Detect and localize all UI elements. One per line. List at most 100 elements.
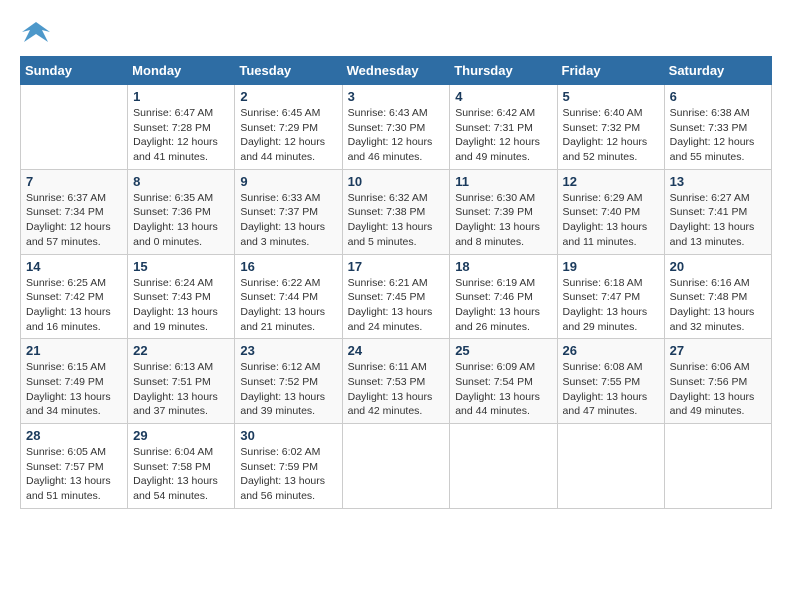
calendar-cell: 21 Sunrise: 6:15 AMSunset: 7:49 PMDayligh… — [21, 339, 128, 424]
day-number: 29 — [133, 428, 229, 443]
day-info: Sunrise: 6:43 AMSunset: 7:30 PMDaylight:… — [348, 106, 445, 165]
day-number: 16 — [240, 259, 336, 274]
day-number: 9 — [240, 174, 336, 189]
column-header-wednesday: Wednesday — [342, 57, 450, 85]
calendar-cell: 4 Sunrise: 6:42 AMSunset: 7:31 PMDaylight… — [450, 85, 557, 170]
day-number: 13 — [670, 174, 766, 189]
day-info: Sunrise: 6:15 AMSunset: 7:49 PMDaylight:… — [26, 360, 122, 419]
day-info: Sunrise: 6:09 AMSunset: 7:54 PMDaylight:… — [455, 360, 551, 419]
calendar-week-row: 7 Sunrise: 6:37 AMSunset: 7:34 PMDaylight… — [21, 169, 772, 254]
day-info: Sunrise: 6:30 AMSunset: 7:39 PMDaylight:… — [455, 191, 551, 250]
day-number: 23 — [240, 343, 336, 358]
calendar-cell: 17Sunrise: 6:21 AMSunset: 7:45 PMDayligh… — [342, 254, 450, 339]
calendar-week-row: 21 Sunrise: 6:15 AMSunset: 7:49 PMDayligh… — [21, 339, 772, 424]
calendar-cell — [21, 85, 128, 170]
calendar-cell: 18 Sunrise: 6:19 AMSunset: 7:46 PMDayligh… — [450, 254, 557, 339]
day-info: Sunrise: 6:35 AMSunset: 7:36 PMDaylight:… — [133, 191, 229, 250]
day-number: 1 — [133, 89, 229, 104]
calendar-cell — [557, 424, 664, 509]
day-info: Sunrise: 6:16 AMSunset: 7:48 PMDaylight:… — [670, 276, 766, 335]
day-number: 24 — [348, 343, 445, 358]
day-number: 14 — [26, 259, 122, 274]
column-header-tuesday: Tuesday — [235, 57, 342, 85]
day-info: Sunrise: 6:08 AMSunset: 7:55 PMDaylight:… — [563, 360, 659, 419]
day-info: Sunrise: 6:22 AMSunset: 7:44 PMDaylight:… — [240, 276, 336, 335]
calendar-cell: 8 Sunrise: 6:35 AMSunset: 7:36 PMDaylight… — [128, 169, 235, 254]
calendar-cell: 16 Sunrise: 6:22 AMSunset: 7:44 PMDayligh… — [235, 254, 342, 339]
day-info: Sunrise: 6:38 AMSunset: 7:33 PMDaylight:… — [670, 106, 766, 165]
day-info: Sunrise: 6:27 AMSunset: 7:41 PMDaylight:… — [670, 191, 766, 250]
column-header-monday: Monday — [128, 57, 235, 85]
calendar-cell: 22 Sunrise: 6:13 AMSunset: 7:51 PMDayligh… — [128, 339, 235, 424]
day-number: 18 — [455, 259, 551, 274]
day-number: 19 — [563, 259, 659, 274]
day-info: Sunrise: 6:33 AMSunset: 7:37 PMDaylight:… — [240, 191, 336, 250]
calendar-cell: 23Sunrise: 6:12 AMSunset: 7:52 PMDayligh… — [235, 339, 342, 424]
day-number: 5 — [563, 89, 659, 104]
day-number: 27 — [670, 343, 766, 358]
calendar-week-row: 1Sunrise: 6:47 AMSunset: 7:28 PMDaylight… — [21, 85, 772, 170]
day-number: 30 — [240, 428, 336, 443]
calendar-cell: 2 Sunrise: 6:45 AMSunset: 7:29 PMDaylight… — [235, 85, 342, 170]
day-info: Sunrise: 6:18 AMSunset: 7:47 PMDaylight:… — [563, 276, 659, 335]
calendar-cell: 9 Sunrise: 6:33 AMSunset: 7:37 PMDaylight… — [235, 169, 342, 254]
calendar-cell: 24 Sunrise: 6:11 AMSunset: 7:53 PMDayligh… — [342, 339, 450, 424]
day-info: Sunrise: 6:40 AMSunset: 7:32 PMDaylight:… — [563, 106, 659, 165]
day-number: 3 — [348, 89, 445, 104]
day-info: Sunrise: 6:19 AMSunset: 7:46 PMDaylight:… — [455, 276, 551, 335]
calendar-cell: 26 Sunrise: 6:08 AMSunset: 7:55 PMDayligh… — [557, 339, 664, 424]
calendar-cell — [664, 424, 771, 509]
header — [20, 20, 772, 46]
day-number: 22 — [133, 343, 229, 358]
day-info: Sunrise: 6:06 AMSunset: 7:56 PMDaylight:… — [670, 360, 766, 419]
column-header-saturday: Saturday — [664, 57, 771, 85]
day-info: Sunrise: 6:32 AMSunset: 7:38 PMDaylight:… — [348, 191, 445, 250]
day-info: Sunrise: 6:37 AMSunset: 7:34 PMDaylight:… — [26, 191, 122, 250]
calendar-cell: 12Sunrise: 6:29 AMSunset: 7:40 PMDayligh… — [557, 169, 664, 254]
calendar-header-row: SundayMondayTuesdayWednesdayThursdayFrid… — [21, 57, 772, 85]
day-number: 4 — [455, 89, 551, 104]
day-info: Sunrise: 6:24 AMSunset: 7:43 PMDaylight:… — [133, 276, 229, 335]
calendar-cell: 14 Sunrise: 6:25 AMSunset: 7:42 PMDayligh… — [21, 254, 128, 339]
day-number: 11 — [455, 174, 551, 189]
calendar-cell: 5 Sunrise: 6:40 AMSunset: 7:32 PMDaylight… — [557, 85, 664, 170]
day-info: Sunrise: 6:11 AMSunset: 7:53 PMDaylight:… — [348, 360, 445, 419]
calendar-cell: 6 Sunrise: 6:38 AMSunset: 7:33 PMDaylight… — [664, 85, 771, 170]
day-info: Sunrise: 6:05 AMSunset: 7:57 PMDaylight:… — [26, 445, 122, 504]
day-number: 12 — [563, 174, 659, 189]
day-info: Sunrise: 6:42 AMSunset: 7:31 PMDaylight:… — [455, 106, 551, 165]
day-number: 8 — [133, 174, 229, 189]
day-info: Sunrise: 6:45 AMSunset: 7:29 PMDaylight:… — [240, 106, 336, 165]
calendar-cell: 13 Sunrise: 6:27 AMSunset: 7:41 PMDayligh… — [664, 169, 771, 254]
day-info: Sunrise: 6:21 AMSunset: 7:45 PMDaylight:… — [348, 276, 445, 335]
calendar-cell: 30 Sunrise: 6:02 AMSunset: 7:59 PMDayligh… — [235, 424, 342, 509]
calendar-cell — [342, 424, 450, 509]
column-header-sunday: Sunday — [21, 57, 128, 85]
day-number: 21 — [26, 343, 122, 358]
day-info: Sunrise: 6:25 AMSunset: 7:42 PMDaylight:… — [26, 276, 122, 335]
calendar-cell: 1Sunrise: 6:47 AMSunset: 7:28 PMDaylight… — [128, 85, 235, 170]
day-info: Sunrise: 6:04 AMSunset: 7:58 PMDaylight:… — [133, 445, 229, 504]
day-number: 25 — [455, 343, 551, 358]
calendar-cell: 29 Sunrise: 6:04 AMSunset: 7:58 PMDayligh… — [128, 424, 235, 509]
day-number: 6 — [670, 89, 766, 104]
calendar-cell: 15 Sunrise: 6:24 AMSunset: 7:43 PMDayligh… — [128, 254, 235, 339]
day-number: 26 — [563, 343, 659, 358]
logo — [20, 20, 60, 46]
day-number: 15 — [133, 259, 229, 274]
calendar-cell: 7 Sunrise: 6:37 AMSunset: 7:34 PMDaylight… — [21, 169, 128, 254]
calendar-cell: 3 Sunrise: 6:43 AMSunset: 7:30 PMDaylight… — [342, 85, 450, 170]
logo-bird-icon — [20, 20, 52, 46]
day-info: Sunrise: 6:13 AMSunset: 7:51 PMDaylight:… — [133, 360, 229, 419]
calendar-week-row: 14 Sunrise: 6:25 AMSunset: 7:42 PMDayligh… — [21, 254, 772, 339]
calendar-cell: 28Sunrise: 6:05 AMSunset: 7:57 PMDayligh… — [21, 424, 128, 509]
column-header-friday: Friday — [557, 57, 664, 85]
calendar-cell: 11 Sunrise: 6:30 AMSunset: 7:39 PMDayligh… — [450, 169, 557, 254]
day-number: 7 — [26, 174, 122, 189]
day-info: Sunrise: 6:02 AMSunset: 7:59 PMDaylight:… — [240, 445, 336, 504]
day-number: 20 — [670, 259, 766, 274]
calendar-cell: 27 Sunrise: 6:06 AMSunset: 7:56 PMDayligh… — [664, 339, 771, 424]
day-number: 2 — [240, 89, 336, 104]
calendar-cell: 19 Sunrise: 6:18 AMSunset: 7:47 PMDayligh… — [557, 254, 664, 339]
calendar-cell — [450, 424, 557, 509]
